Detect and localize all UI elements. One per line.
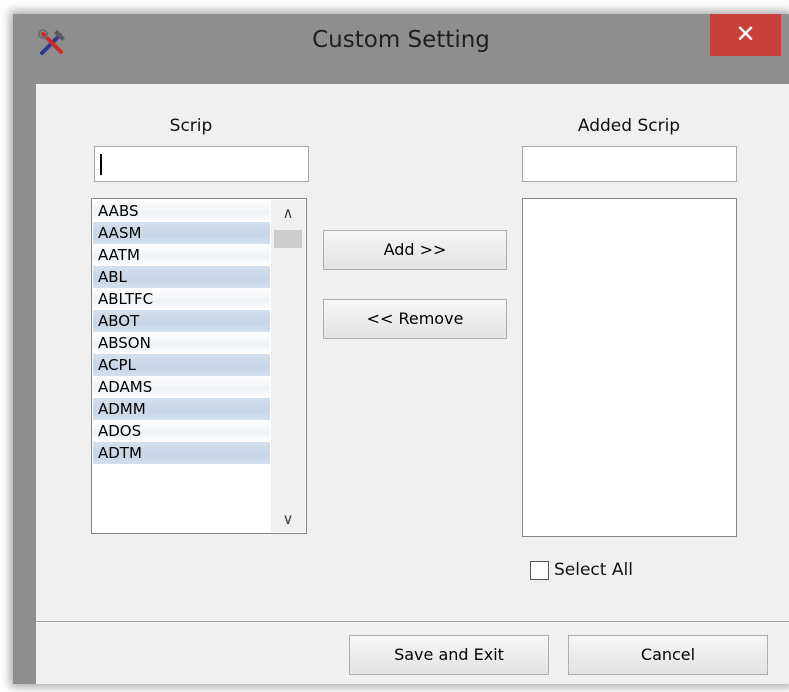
close-icon: ✕ [735, 20, 756, 48]
select-all-label: Select All [554, 560, 633, 580]
select-all-control[interactable]: Select All [530, 560, 633, 580]
scrip-list-scrollbar[interactable]: ∧ ∨ [271, 200, 305, 532]
custom-setting-dialog: Custom Setting ✕ Scrip AABS AASM AATM ABL AB… [13, 14, 789, 684]
scroll-up-icon[interactable]: ∧ [271, 200, 305, 226]
title-bar[interactable]: Custom Setting ✕ [13, 14, 789, 78]
scrip-list-item[interactable]: ACPL [93, 354, 270, 376]
scrip-list-item[interactable]: ABLTFC [93, 288, 270, 310]
scrip-list-item[interactable]: ADTM [93, 442, 270, 464]
screenshot-stage: Custom Setting ✕ Scrip AABS AASM AATM ABL AB… [0, 0, 789, 692]
scrip-listbox[interactable]: AABS AASM AATM ABL ABLTFC ABOT ABSON ACPL ADAMS A… [91, 198, 307, 534]
dialog-body: Scrip AABS AASM AATM ABL ABLTFC ABOT ABSON ACPL… [36, 84, 789, 684]
footer-divider [36, 621, 789, 623]
scrip-list-item[interactable]: AATM [93, 244, 270, 266]
select-all-checkbox[interactable] [530, 560, 549, 580]
save-and-exit-button[interactable]: Save and Exit [349, 635, 549, 675]
scrip-label: Scrip [169, 116, 213, 136]
added-scrip-listbox[interactable] [522, 198, 737, 537]
scroll-thumb[interactable] [274, 230, 302, 248]
remove-button[interactable]: << Remove [323, 299, 507, 339]
text-caret [100, 154, 102, 175]
scrip-list-items: AABS AASM AATM ABL ABLTFC ABOT ABSON ACPL ADAMS A… [93, 200, 270, 464]
added-scrip-search-input[interactable] [522, 146, 737, 182]
scrip-list-item[interactable]: ADMM [93, 398, 270, 420]
scroll-down-icon[interactable]: ∨ [271, 506, 305, 532]
scrip-list-item[interactable]: ABOT [93, 310, 270, 332]
scrip-search-input[interactable] [94, 146, 309, 182]
scrip-list-item[interactable]: AASM [93, 222, 270, 244]
add-button[interactable]: Add >> [323, 230, 507, 270]
scrip-list-item[interactable]: ADOS [93, 420, 270, 442]
scrip-list-item[interactable]: ADAMS [93, 376, 270, 398]
added-scrip-label: Added Scrip [577, 116, 681, 136]
cancel-button[interactable]: Cancel [568, 635, 768, 675]
close-button[interactable]: ✕ [710, 14, 781, 56]
scrip-list-item[interactable]: AABS [93, 200, 270, 222]
window-title: Custom Setting [312, 27, 490, 53]
scrip-list-item[interactable]: ABSON [93, 332, 270, 354]
scrip-list-item[interactable]: ABL [93, 266, 270, 288]
